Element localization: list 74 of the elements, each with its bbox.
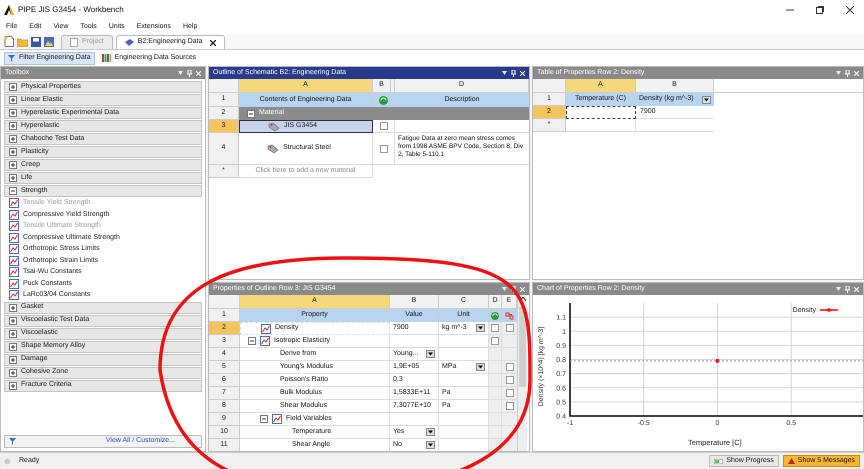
- filter-icon: [8, 54, 15, 62]
- expand-icon[interactable]: [9, 382, 17, 390]
- pin-icon[interactable]: [511, 286, 516, 292]
- status-icon: [4, 458, 11, 464]
- chart-icon: [9, 221, 19, 232]
- progress-icon: [714, 458, 724, 464]
- chart-icon: [9, 290, 19, 300]
- checkbox[interactable]: [506, 402, 514, 410]
- dropdown-icon[interactable]: [502, 71, 507, 75]
- refresh-icon: [379, 96, 388, 104]
- refresh-icon: [491, 312, 499, 320]
- collapse-icon[interactable]: [260, 415, 268, 423]
- window-title: PIPE JIS G3454 - Workbench: [18, 4, 124, 16]
- expand-icon[interactable]: [9, 368, 17, 376]
- expand-icon[interactable]: [9, 304, 17, 312]
- checkbox[interactable]: [506, 376, 514, 384]
- warning-icon: [788, 458, 795, 464]
- expand-icon[interactable]: [9, 356, 17, 364]
- dropdown-button[interactable]: [426, 350, 435, 358]
- expand-icon[interactable]: [9, 83, 17, 91]
- dropdown-button[interactable]: [426, 428, 435, 436]
- close-icon[interactable]: [846, 6, 854, 14]
- expand-icon[interactable]: [9, 96, 17, 104]
- expand-icon[interactable]: [9, 161, 17, 169]
- link-icon: [505, 312, 514, 320]
- checkbox[interactable]: [491, 324, 499, 332]
- expand-icon[interactable]: [9, 148, 17, 156]
- expand-icon[interactable]: [9, 316, 17, 324]
- collapse-icon[interactable]: [247, 110, 255, 118]
- dropdown-button[interactable]: [476, 324, 485, 332]
- checkbox-cell: [489, 413, 502, 426]
- chart-icon: [9, 198, 19, 208]
- chart-icon: [9, 210, 19, 220]
- chart-icon: [9, 267, 19, 278]
- expand-icon[interactable]: [9, 135, 17, 143]
- chart-icon: [9, 232, 19, 243]
- chart-icon: [9, 244, 19, 254]
- scroll-up-icon[interactable]: [520, 297, 526, 301]
- value-cell[interactable]: [390, 335, 439, 348]
- expand-icon[interactable]: [9, 122, 17, 130]
- maximize-icon[interactable]: [816, 6, 824, 14]
- filter-icon[interactable]: [9, 438, 16, 445]
- tag-icon: [267, 144, 279, 154]
- expand-icon[interactable]: [9, 109, 17, 117]
- dropdown-button[interactable]: [702, 96, 711, 104]
- chart-icon: [9, 278, 19, 289]
- checkbox[interactable]: [491, 337, 499, 345]
- app-logo-icon: [4, 5, 14, 15]
- value-cell[interactable]: [390, 413, 439, 426]
- table-cell[interactable]: [566, 106, 636, 119]
- dropdown-button[interactable]: [476, 363, 485, 371]
- checkbox-cell: [489, 426, 502, 439]
- expand-icon[interactable]: [9, 342, 17, 350]
- save-icon[interactable]: [31, 37, 41, 47]
- tag-icon: [268, 122, 280, 132]
- checkbox[interactable]: [380, 122, 388, 130]
- checkbox[interactable]: [506, 363, 514, 371]
- checkbox[interactable]: [506, 324, 514, 332]
- checkbox[interactable]: [506, 389, 514, 397]
- dropdown-button[interactable]: [426, 441, 435, 449]
- chart-icon: [9, 256, 19, 266]
- pin-icon[interactable]: [511, 70, 516, 76]
- new-file-icon[interactable]: [4, 36, 14, 47]
- books-icon: [102, 54, 111, 62]
- close-icon: [210, 40, 216, 46]
- legend-marker: [820, 308, 838, 312]
- image-icon[interactable]: [44, 37, 54, 47]
- collapse-icon[interactable]: [248, 337, 256, 345]
- collapse-icon[interactable]: [9, 187, 17, 195]
- page-icon: [70, 38, 78, 47]
- checkbox[interactable]: [380, 144, 388, 152]
- expand-icon[interactable]: [9, 330, 17, 338]
- expand-icon[interactable]: [9, 174, 17, 182]
- scroll-thumb[interactable]: [519, 307, 526, 387]
